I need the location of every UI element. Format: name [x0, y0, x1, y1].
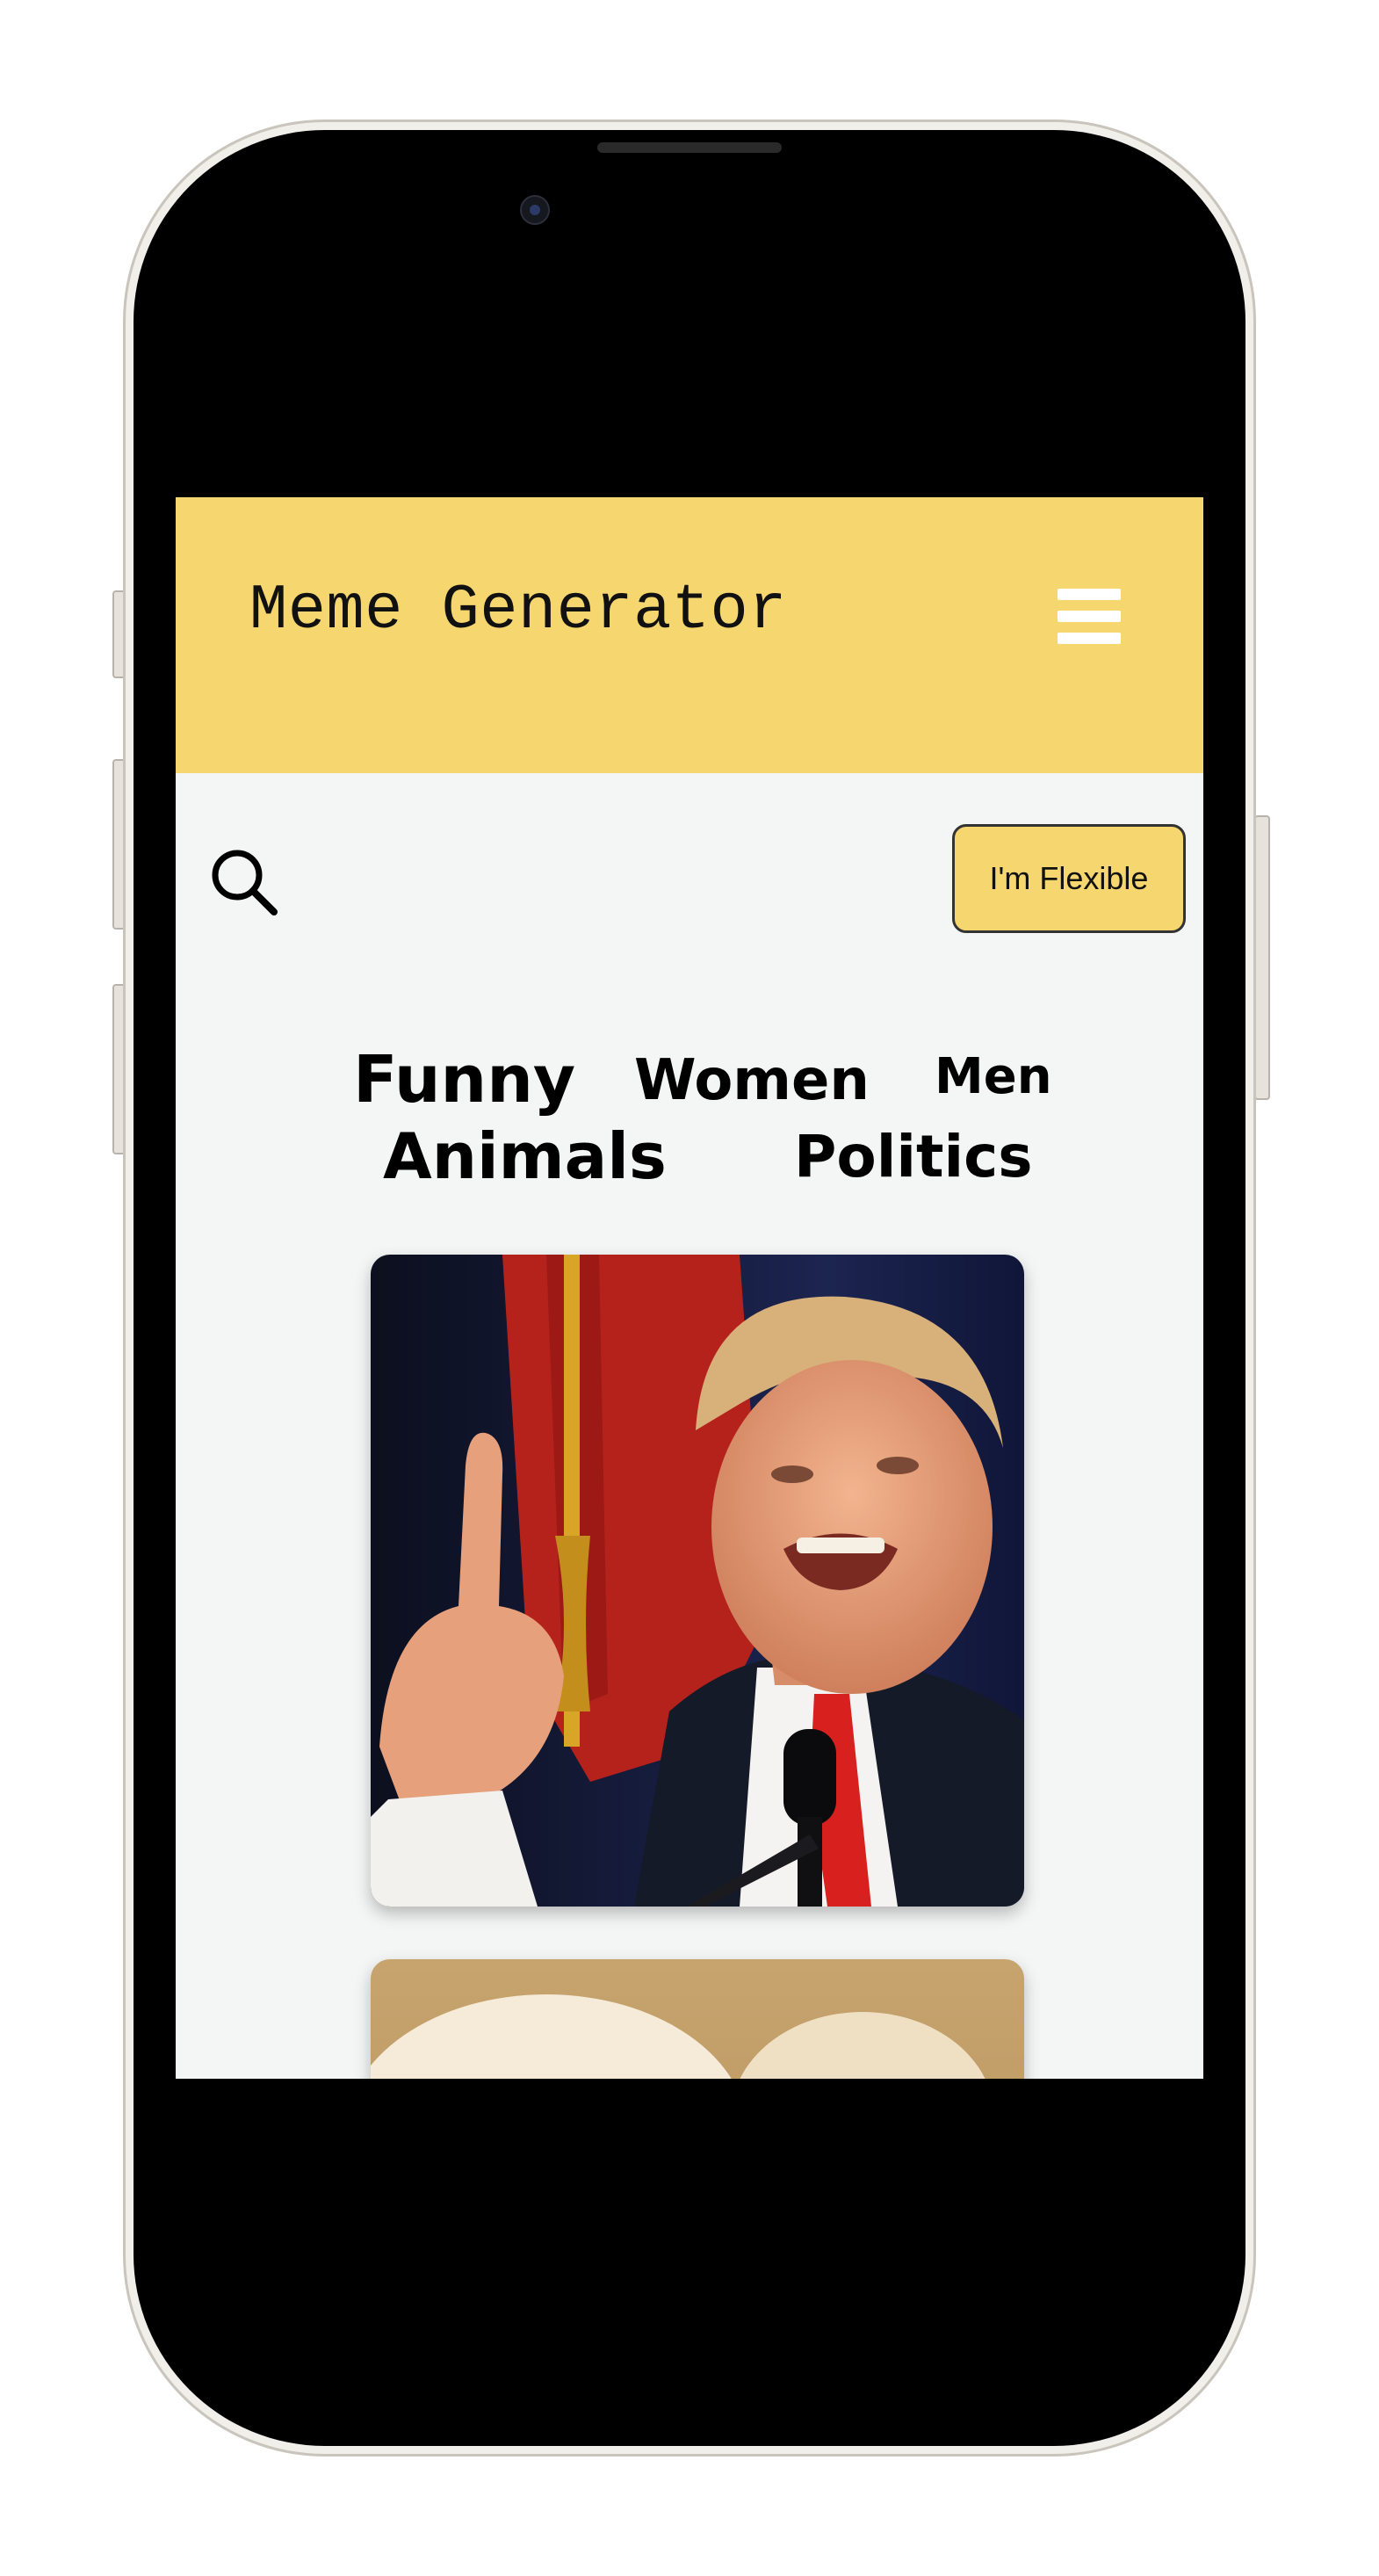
category-politics[interactable]: Politics — [794, 1128, 1033, 1186]
app-header: Meme Generator — [176, 497, 1203, 773]
category-funny[interactable]: Funny — [353, 1047, 575, 1112]
menu-bar — [1058, 589, 1121, 600]
meme-card[interactable] — [371, 1959, 1024, 2079]
earpiece-speaker — [597, 142, 782, 153]
meme-image-politician — [371, 1255, 1024, 1907]
page-title: Meme Generator — [249, 575, 787, 647]
app-screen: Meme Generator I'm Flexible Funny Women … — [176, 497, 1203, 2079]
category-men[interactable]: Men — [935, 1053, 1052, 1102]
meme-image-animal — [371, 1959, 1024, 2079]
front-camera-icon — [520, 195, 550, 225]
power-button — [1254, 815, 1270, 1100]
category-women[interactable]: Women — [634, 1053, 870, 1109]
im-flexible-button[interactable]: I'm Flexible — [952, 824, 1186, 933]
category-animals[interactable]: Animals — [383, 1125, 667, 1188]
search-icon[interactable] — [204, 842, 288, 926]
menu-bar — [1058, 633, 1121, 644]
meme-card[interactable] — [371, 1255, 1024, 1907]
hamburger-menu-icon[interactable] — [1054, 589, 1124, 645]
menu-bar — [1058, 611, 1121, 622]
